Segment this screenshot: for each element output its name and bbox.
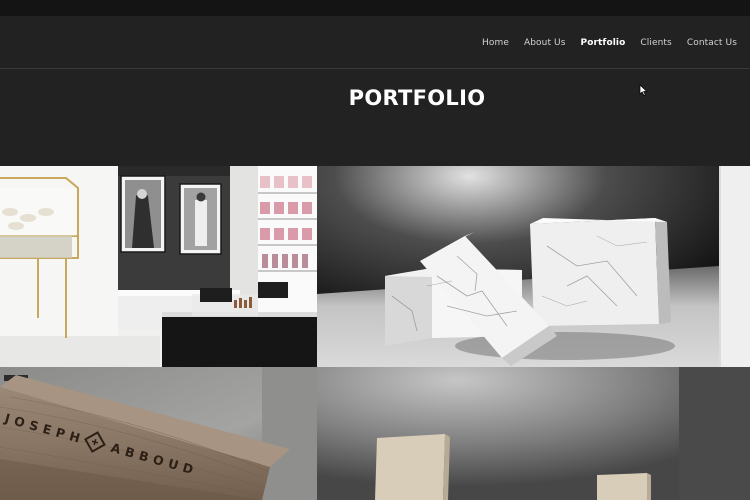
page-title: PORTFOLIO [348, 86, 486, 110]
portfolio-edge-image [719, 367, 750, 500]
page-hero: PORTFOLIO [0, 70, 750, 166]
portfolio-tile-edge-top[interactable] [719, 166, 750, 367]
nav-home-link[interactable]: Home [482, 38, 509, 48]
top-strip [0, 0, 750, 16]
wooden-display-stand-image: JOSEPH ABBOUD [0, 367, 317, 500]
portfolio-tile-edge-bottom[interactable] [719, 367, 750, 500]
mouse-cursor-icon [639, 84, 648, 96]
retail-interior-image [0, 166, 317, 367]
stone-pedestals-image [317, 367, 719, 500]
marble-pedestals-image [317, 166, 719, 367]
portfolio-tile-marble-pedestals[interactable] [317, 166, 719, 367]
portfolio-edge-image [719, 166, 750, 367]
site-header: Home About Us Portfolio Clients Contact … [0, 16, 750, 69]
main-nav: Home About Us Portfolio Clients Contact … [482, 16, 737, 69]
portfolio-tile-joseph-abboud-stand[interactable]: JOSEPH ABBOUD [0, 367, 317, 500]
nav-contact-us-link[interactable]: Contact Us [687, 38, 737, 48]
portfolio-gallery: JOSEPH ABBOUD [0, 166, 750, 500]
nav-portfolio-link[interactable]: Portfolio [581, 38, 626, 48]
nav-clients-link[interactable]: Clients [640, 38, 671, 48]
portfolio-tile-retail-interior[interactable] [0, 166, 317, 367]
portfolio-tile-stone-pedestals[interactable] [317, 367, 719, 500]
nav-about-us-link[interactable]: About Us [524, 38, 566, 48]
